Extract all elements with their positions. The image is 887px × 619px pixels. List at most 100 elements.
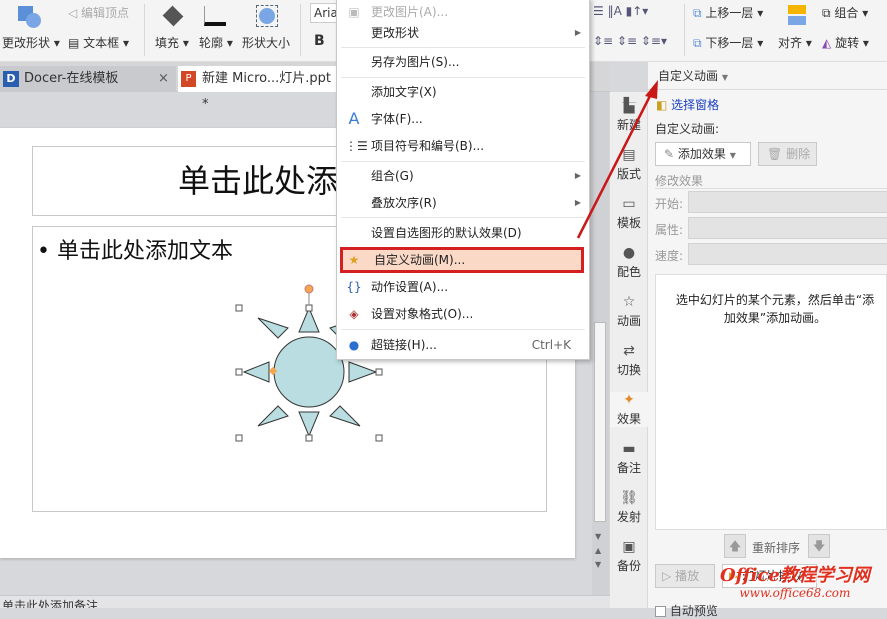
sun-ray: [242, 361, 270, 383]
side-tab-launch[interactable]: ⛓ 发射: [610, 490, 648, 525]
rotate-icon: ◭: [822, 36, 832, 50]
outline-button[interactable]: 轮廓 ▾: [199, 34, 233, 51]
bullet-list-icon: ⋮☰: [345, 139, 368, 153]
notes-area[interactable]: 单击此处添加备注: [0, 595, 610, 608]
menu-item-font[interactable]: A 字体(F)...: [337, 106, 589, 132]
start-select[interactable]: [688, 191, 887, 213]
line-spacing-icon[interactable]: ⇕≡ ⇕≡ ⇕≡▾: [593, 34, 667, 48]
move-up-button[interactable]: 🡅: [724, 534, 746, 558]
menu-item-order[interactable]: 叠放次序(R) ▶: [337, 190, 589, 216]
pencil-icon: ✎: [664, 147, 675, 161]
sun-ray: [257, 317, 289, 339]
side-tab-new[interactable]: ▙ 新建: [610, 98, 648, 133]
side-tab-effects[interactable]: ✦ 效果: [610, 392, 648, 427]
select-pane-icon: ◧: [656, 98, 668, 112]
change-shape-icon: [18, 6, 42, 28]
tab-docer[interactable]: D Docer-在线模板 ×: [0, 66, 176, 92]
side-tab-transition[interactable]: ⇄ 切换: [610, 343, 648, 378]
template-icon: ▭: [622, 196, 636, 212]
font-a-icon: A: [348, 109, 360, 128]
play-icon: ▷: [662, 569, 672, 583]
side-tab-notes[interactable]: ▬ 备注: [610, 441, 648, 476]
rotate-button[interactable]: ◭ 旋转 ▾: [822, 34, 869, 51]
side-tab-animation[interactable]: ☆ 动画: [610, 294, 648, 329]
align-icon: [788, 5, 806, 25]
group-button[interactable]: ⧉ 组合 ▾: [822, 4, 868, 21]
change-shape-button[interactable]: 更改形状 ▾: [2, 34, 60, 51]
text-box-button[interactable]: ▤ 文本框 ▾: [68, 34, 129, 51]
submenu-arrow-icon: ▶: [574, 28, 581, 37]
menu-item-default-effect[interactable]: 设置自选图形的默认效果(D): [337, 220, 589, 246]
slideshow-button[interactable]: ▶ 幻灯片播放: [722, 564, 817, 588]
select-pane-link[interactable]: ◧ 选择窗格: [656, 96, 719, 113]
send-backward-button[interactable]: ⧉ 下移一层 ▾: [693, 34, 763, 51]
shape-size-button[interactable]: 形状大小: [242, 34, 290, 51]
edit-vertices-button[interactable]: ◁ 编辑顶点: [68, 4, 129, 21]
ppt-file-icon: P: [181, 71, 196, 87]
sun-ray: [298, 306, 320, 333]
side-tab-backup[interactable]: ▣ 备份: [610, 539, 648, 574]
prev-slide-icon[interactable]: ▲: [595, 546, 601, 555]
delete-button[interactable]: 🗑 删除: [758, 142, 817, 166]
close-tab-icon[interactable]: ×: [158, 66, 169, 92]
side-tab-template[interactable]: ▭ 模板: [610, 196, 648, 231]
docer-icon: D: [3, 71, 19, 87]
effects-icon: ✦: [623, 392, 635, 408]
slideshow-icon: ▶: [729, 569, 739, 583]
shape-size-icon: [256, 5, 278, 27]
play-button[interactable]: ▷ 播放: [655, 564, 715, 588]
menu-item-add-text[interactable]: 添加文字(X): [337, 79, 589, 105]
menu-item-save-as-picture[interactable]: 另存为图片(S)...: [337, 49, 589, 75]
layout-icon: ▤: [622, 147, 636, 163]
menu-item-bullets[interactable]: ⋮☰ 项目符号和编号(B)...: [337, 133, 589, 159]
bold-button[interactable]: B: [314, 33, 325, 49]
bring-forward-button[interactable]: ⧉ 上移一层 ▾: [693, 4, 763, 21]
submenu-arrow-icon: ▶: [574, 171, 581, 180]
tab-label: Docer-在线模板: [24, 71, 119, 86]
speed-select[interactable]: [688, 243, 887, 265]
animation-list[interactable]: 选中幻灯片的某个元素，然后单击“添加效果”添加动画。: [655, 274, 887, 530]
align-button[interactable]: 对齐 ▾: [778, 34, 812, 51]
hyperlink-globe-icon: ●: [348, 338, 360, 352]
menu-item-action-settings[interactable]: {} 动作设置(A)...: [337, 274, 589, 300]
sun-ray: [348, 361, 378, 383]
scroll-down-icon[interactable]: ▼: [595, 532, 601, 541]
property-select[interactable]: [688, 217, 887, 239]
body-text: 单击此处添加文本: [56, 239, 233, 264]
scrollbar-thumb[interactable]: [594, 322, 606, 522]
menu-item-custom-animation[interactable]: ★ 自定义动画(M)...: [340, 247, 584, 273]
animation-star-icon: ☆: [622, 294, 636, 310]
palette-icon: ●: [622, 245, 636, 261]
fill-button[interactable]: 填充 ▾: [155, 34, 189, 51]
link-icon: ⛓: [620, 490, 638, 506]
sun-ray: [329, 405, 361, 427]
add-effect-button[interactable]: ✎ 添加效果 ▼: [655, 142, 751, 166]
auto-preview-checkbox[interactable]: 自动预览: [655, 602, 718, 619]
menu-item-change-shape[interactable]: 更改形状 ▶: [337, 20, 589, 46]
tab-presentation[interactable]: P 新建 Micro...灯片.ppt *: [178, 66, 338, 112]
tab-label: 新建 Micro...灯片.ppt *: [202, 71, 332, 112]
start-label: 开始:: [655, 197, 684, 211]
menu-item-format-object[interactable]: ◈ 设置对象格式(O)...: [337, 301, 589, 327]
backup-icon: ▣: [622, 539, 636, 555]
format-object-icon: ◈: [349, 307, 359, 321]
side-tab-layout[interactable]: ▤ 版式: [610, 147, 648, 182]
context-menu: ▣ 更改图片(A)... 更改形状 ▶ 另存为图片(S)... 添加文字(X) A字…: [336, 0, 590, 360]
paragraph-tools-icon[interactable]: ☰ ‖A ▮↑▾: [593, 4, 648, 18]
vertical-scrollbar[interactable]: ▼ ▲ ▼: [592, 92, 609, 595]
bullet: •: [37, 239, 50, 264]
rotate-handle: [304, 284, 314, 294]
menu-item-hyperlink[interactable]: ● 超链接(H)... Ctrl+K: [337, 332, 589, 358]
menu-item-group[interactable]: 组合(G) ▶: [337, 163, 589, 189]
submenu-arrow-icon: ▶: [574, 198, 581, 207]
fill-bucket-icon: [162, 5, 184, 27]
transition-icon: ⇄: [623, 343, 635, 359]
notes-icon: ▬: [622, 441, 636, 457]
reorder-label: 重新排序: [752, 541, 801, 555]
move-down-button[interactable]: 🡇: [808, 534, 830, 558]
side-tab-color[interactable]: ● 配色: [610, 245, 648, 280]
panel-title-dropdown[interactable]: 自定义动画 ▼: [648, 62, 887, 90]
next-slide-icon[interactable]: ▼: [595, 560, 601, 569]
sun-ray: [298, 411, 320, 438]
speed-label: 速度:: [655, 249, 684, 263]
